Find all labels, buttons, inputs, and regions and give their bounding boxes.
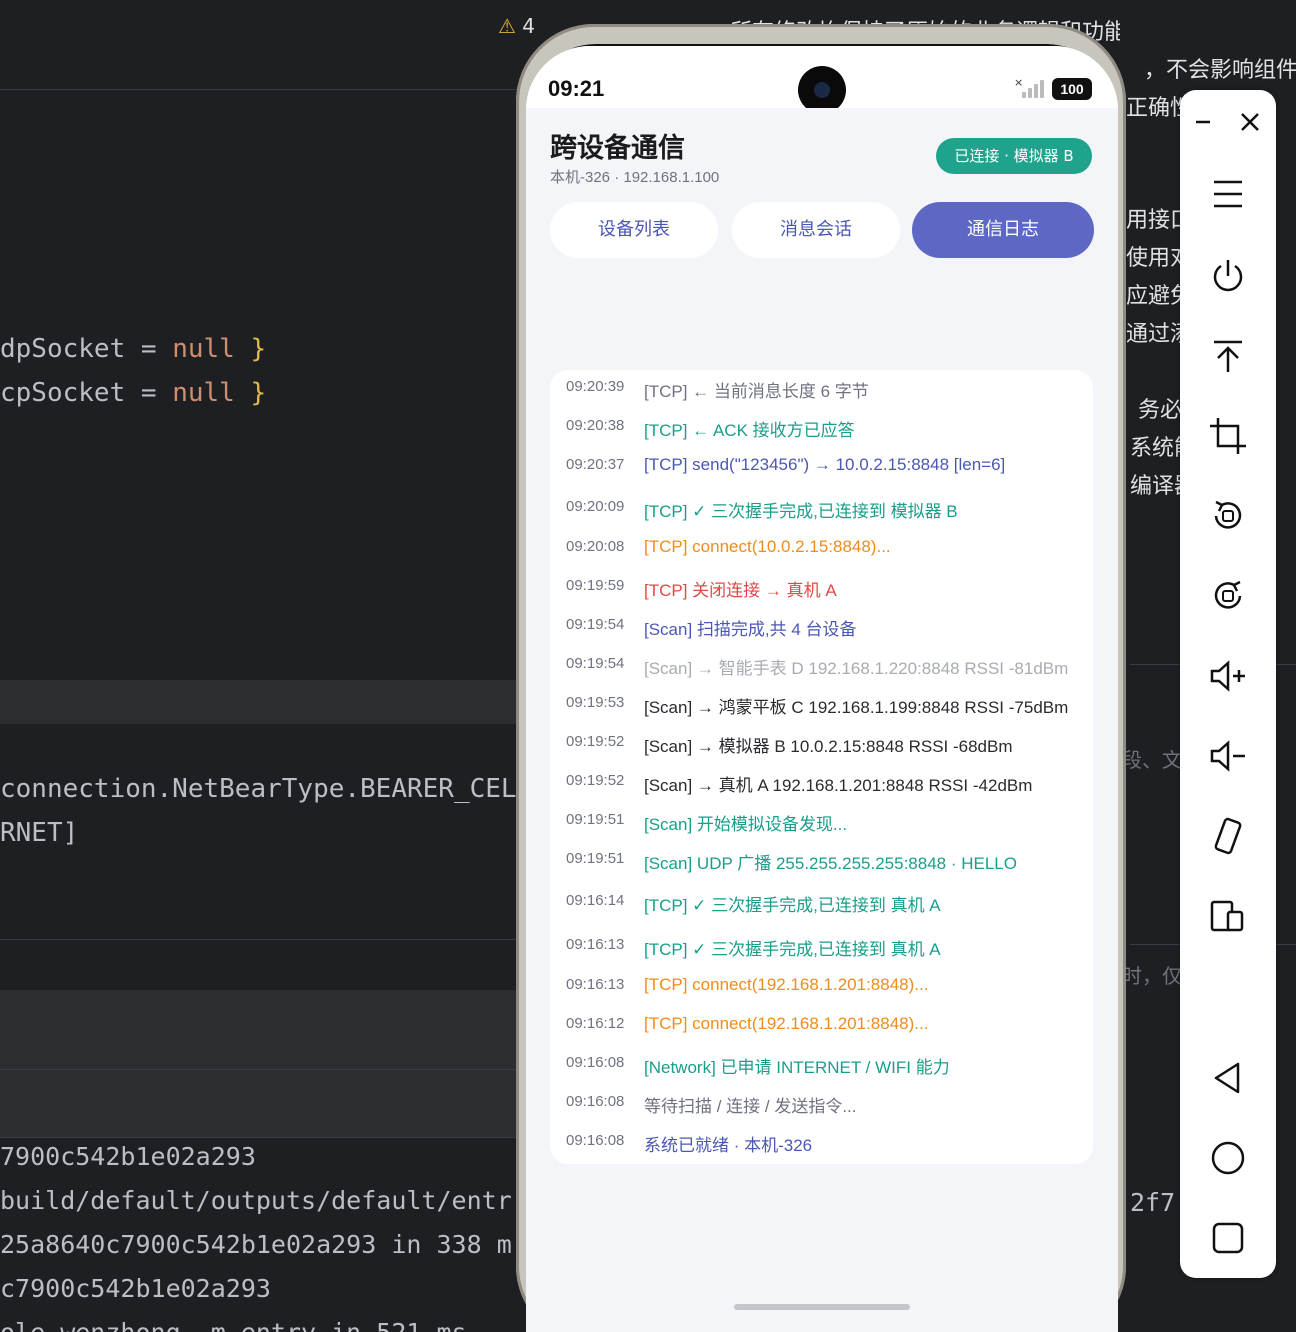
warning-count: 4 bbox=[522, 14, 536, 38]
signal-icon: × bbox=[1014, 76, 1048, 98]
log-message: [Scan] UDP 广播 255.255.255.255:8848 · HEL… bbox=[644, 854, 1017, 873]
minimize-icon[interactable] bbox=[1182, 100, 1226, 144]
tab-device-list[interactable]: 设备列表 bbox=[550, 202, 718, 258]
console-line: 25a8640c7900c542b1e02a293 in 338 m bbox=[0, 1230, 512, 1259]
log-message: [Scan] 开始模拟设备发现... bbox=[644, 815, 848, 834]
console-line: ole wenzhong m entry in 521 ms bbox=[0, 1318, 467, 1332]
log-message: [TCP] ✓ 三次握手完成,已连接到 模拟器 B bbox=[644, 502, 958, 521]
log-message: [TCP] ✓ 三次握手完成,已连接到 真机 A bbox=[644, 940, 941, 959]
log-time: 09:19:53 bbox=[566, 694, 625, 711]
crop-icon[interactable] bbox=[1206, 414, 1250, 458]
log-time: 09:19:54 bbox=[566, 655, 625, 672]
log-time: 09:20:38 bbox=[566, 417, 625, 434]
doc-line: 务必 bbox=[1138, 398, 1183, 423]
warning-icon: ⚠ bbox=[498, 14, 516, 38]
log-message: [TCP] connect(192.168.1.201:8848)... bbox=[644, 975, 929, 994]
log-time: 09:20:08 bbox=[566, 538, 625, 555]
fold-icon[interactable] bbox=[1206, 894, 1250, 938]
tab-comm-log[interactable]: 通信日志 bbox=[912, 202, 1094, 258]
code-line: cpSocket = null } bbox=[0, 378, 267, 408]
battery-icon: 100 bbox=[1052, 78, 1092, 100]
log-message: 等待扫描 / 连接 / 发送指令... bbox=[644, 1097, 857, 1116]
editor-band bbox=[0, 680, 520, 724]
log-message: [TCP] connect(192.168.1.201:8848)... bbox=[644, 1014, 929, 1033]
code-line: connection.NetBearType.BEARER_CELL bbox=[0, 774, 533, 804]
warning-indicator[interactable]: ⚠ 4 bbox=[498, 14, 535, 38]
status-bar: 09:21 × 100 bbox=[526, 46, 1118, 114]
page-title: 跨设备通信 bbox=[550, 133, 685, 164]
phone-screen[interactable]: 09:21 × 100 跨设备通信 本机-326 · 192.168.1.100… bbox=[526, 46, 1118, 1332]
home-indicator[interactable] bbox=[734, 1304, 910, 1310]
log-message: [TCP] connect(10.0.2.15:8848)... bbox=[644, 537, 891, 556]
volume-down-icon[interactable] bbox=[1206, 734, 1250, 778]
console-line: build/default/outputs/default/entr bbox=[0, 1186, 512, 1215]
app-header: 跨设备通信 本机-326 · 192.168.1.100 已连接 · 模拟器 B… bbox=[526, 108, 1118, 358]
code-editor[interactable]: dpSocket = null } cpSocket = null } bbox=[0, 92, 520, 682]
panel-band bbox=[0, 990, 520, 1070]
pin-top-icon[interactable] bbox=[1206, 334, 1250, 378]
code-editor-lower[interactable]: connection.NetBearType.BEARER_CELL RNET] bbox=[0, 724, 532, 940]
rotate-right-icon[interactable] bbox=[1206, 574, 1250, 618]
doc-console-fragment: 2f7 bbox=[1130, 1188, 1176, 1217]
log-time: 09:19:51 bbox=[566, 811, 625, 828]
doc-line: ，不会影响组件的 bbox=[1144, 58, 1296, 83]
log-time: 09:19:54 bbox=[566, 616, 625, 633]
log-message: [TCP] ✓ 三次握手完成,已连接到 真机 A bbox=[644, 896, 941, 915]
power-icon[interactable] bbox=[1206, 254, 1250, 298]
code-line: dpSocket = null } bbox=[0, 334, 267, 364]
log-time: 09:16:13 bbox=[566, 936, 625, 953]
log-time: 09:16:08 bbox=[566, 1054, 625, 1071]
console-line: c7900c542b1e02a293 bbox=[0, 1274, 271, 1303]
log-time: 09:16:13 bbox=[566, 976, 625, 993]
device-subtitle: 本机-326 · 192.168.1.100 bbox=[550, 169, 720, 186]
emulator-toolbar bbox=[1180, 90, 1276, 1278]
log-time: 09:19:59 bbox=[566, 577, 625, 594]
panel-band bbox=[0, 1070, 520, 1138]
log-time: 09:19:52 bbox=[566, 772, 625, 789]
status-time: 09:21 bbox=[548, 76, 605, 101]
console-line: 7900c542b1e02a293 bbox=[0, 1142, 256, 1171]
battery-level: 100 bbox=[1060, 81, 1084, 97]
log-message: [Scan] → 真机 A 192.168.1.201:8848 RSSI -4… bbox=[644, 776, 1033, 795]
log-message: [TCP] 关闭连接 → 真机 A bbox=[644, 581, 837, 600]
log-message: [TCP] send("123456") → 10.0.2.15:8848 [l… bbox=[644, 455, 1006, 474]
log-message: 系统已就绪 · 本机-326 bbox=[644, 1136, 813, 1155]
log-time: 09:16:14 bbox=[566, 892, 625, 909]
log-list[interactable]: 09:20:39 [TCP] ← 当前消息长度 6 字节 09:20:38 [TCP]… bbox=[550, 370, 1093, 1164]
camera-cutout bbox=[798, 66, 846, 114]
log-time: 09:16:12 bbox=[566, 1015, 625, 1032]
volume-up-icon[interactable] bbox=[1206, 654, 1250, 698]
back-icon[interactable] bbox=[1206, 1056, 1250, 1100]
log-time: 09:20:09 bbox=[566, 498, 625, 515]
log-message: [Scan] → 智能手表 D 192.168.1.220:8848 RSSI … bbox=[644, 659, 1069, 678]
run-console[interactable]: 7900c542b1e02a293 build/default/outputs/… bbox=[0, 1138, 520, 1332]
recents-icon[interactable] bbox=[1206, 1216, 1250, 1260]
log-message: [Network] 已申请 INTERNET / WIFI 能力 bbox=[644, 1058, 950, 1077]
code-line: RNET] bbox=[0, 818, 79, 848]
connection-status-badge: 已连接 · 模拟器 B bbox=[936, 138, 1092, 174]
log-time: 09:16:08 bbox=[566, 1093, 625, 1110]
log-message: [Scan] → 鸿蒙平板 C 192.168.1.199:8848 RSSI … bbox=[644, 698, 1069, 717]
log-message: [TCP] ← 当前消息长度 6 字节 bbox=[644, 382, 869, 401]
tab-message-session[interactable]: 消息会话 bbox=[732, 202, 900, 258]
log-time: 09:19:52 bbox=[566, 733, 625, 750]
close-icon[interactable] bbox=[1228, 100, 1272, 144]
shake-icon[interactable] bbox=[1206, 814, 1250, 858]
rotate-left-icon[interactable] bbox=[1206, 494, 1250, 538]
log-message: [Scan] 扫描完成,共 4 台设备 bbox=[644, 620, 857, 639]
log-time: 09:20:39 bbox=[566, 378, 625, 395]
menu-icon[interactable] bbox=[1206, 172, 1250, 216]
log-message: [TCP] ← ACK 接收方已应答 bbox=[644, 421, 855, 440]
log-time: 09:19:51 bbox=[566, 850, 625, 867]
tab-bar: 设备列表 消息会话 通信日志 bbox=[550, 202, 1094, 258]
log-message: [Scan] → 模拟器 B 10.0.2.15:8848 RSSI -68dB… bbox=[644, 737, 1013, 756]
log-time: 09:16:08 bbox=[566, 1132, 625, 1149]
doc-line: 段、文 bbox=[1122, 748, 1182, 772]
log-time: 09:20:37 bbox=[566, 456, 625, 473]
home-icon[interactable] bbox=[1206, 1136, 1250, 1180]
